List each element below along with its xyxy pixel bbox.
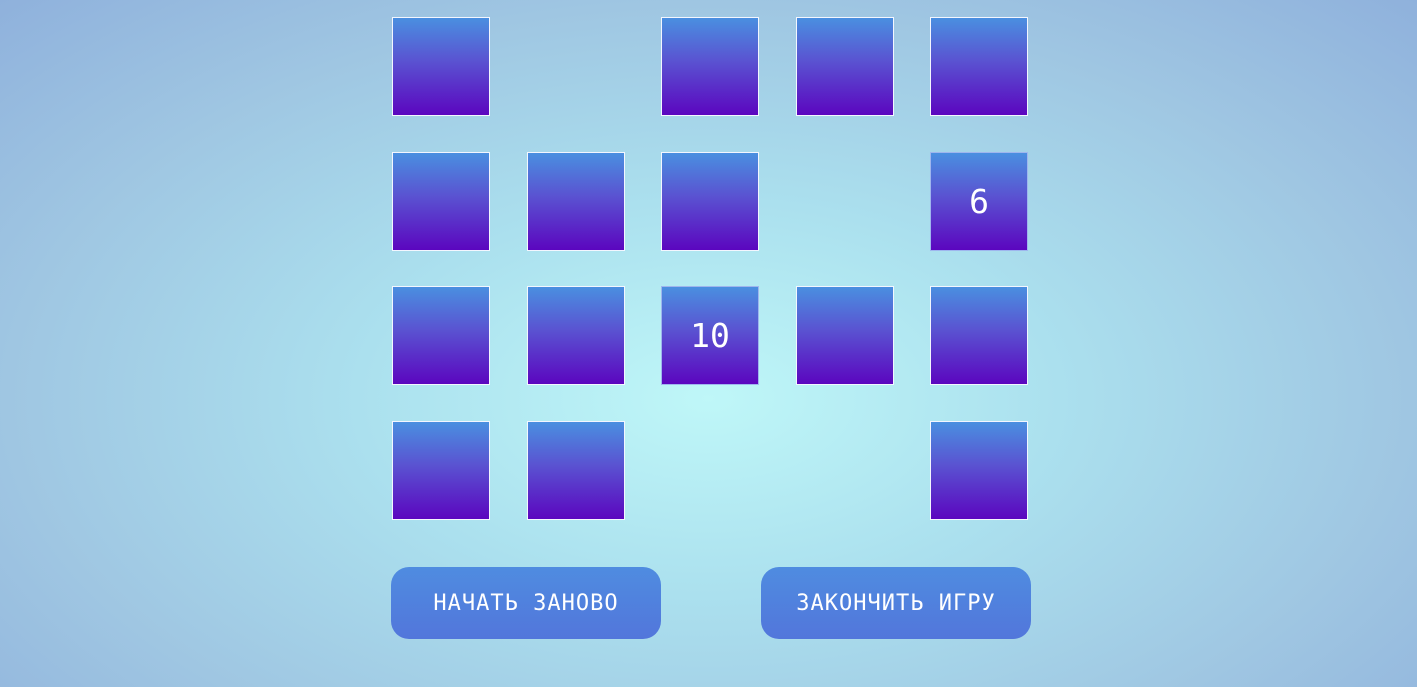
card-r1-c2 (527, 17, 625, 116)
finish-game-button[interactable]: ЗАКОНЧИТЬ ИГРУ (761, 567, 1031, 639)
card-r1-c3[interactable] (661, 17, 759, 116)
card-r3-c1[interactable] (392, 286, 490, 385)
card-r2-c3[interactable] (661, 151, 759, 251)
card-r1-c4[interactable] (795, 17, 894, 116)
game-controls: НАЧАТЬ ЗАНОВО ЗАКОНЧИТЬ ИГРУ (391, 567, 1031, 639)
card-r4-c3 (661, 421, 759, 520)
card-r1-c1[interactable] (392, 17, 490, 116)
card-r3-c4[interactable] (795, 286, 894, 385)
card-r2-c2[interactable] (526, 151, 625, 251)
card-r4-c2[interactable] (526, 420, 625, 520)
card-r4-c1[interactable] (392, 420, 490, 520)
restart-button[interactable]: НАЧАТЬ ЗАНОВО (391, 567, 661, 639)
card-r1-c5[interactable] (930, 17, 1028, 116)
card-r4-c4 (796, 421, 894, 520)
card-r3-c2[interactable] (526, 286, 625, 385)
card-r2-c1[interactable] (392, 151, 490, 251)
card-r4-c5[interactable] (930, 420, 1028, 520)
card-r2-c5[interactable]: 6 (930, 151, 1028, 251)
card-r3-c5[interactable] (930, 286, 1028, 385)
game-board: 6 10 (392, 17, 1029, 520)
card-r3-c3[interactable]: 10 (661, 286, 759, 385)
card-r2-c4 (796, 152, 894, 251)
